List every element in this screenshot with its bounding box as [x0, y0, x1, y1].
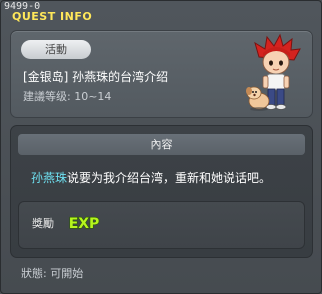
- quest-content-panel: 內容 孙燕珠说要为我介绍台湾，重新和她说话吧。 獎勵 EXP: [10, 125, 313, 258]
- exp-text: EXP: [69, 216, 100, 232]
- content-header: 內容: [18, 134, 305, 155]
- reward-label: 獎勵: [32, 217, 54, 230]
- quest-type-badge: 活動: [21, 40, 91, 59]
- quest-description: 孙燕珠说要为我介绍台湾，重新和她说话吧。: [31, 170, 271, 186]
- reward-box: 獎勵 EXP: [18, 201, 305, 249]
- quest-status: 狀態: 可開始: [21, 267, 84, 280]
- quest-name: [金银岛] 孙燕珠的台湾介绍: [23, 70, 169, 84]
- window-title[interactable]: QUEST INFO: [12, 10, 92, 24]
- quest-level-requirement: 建議等级: 10~14: [23, 90, 112, 103]
- quest-info-window: 9499-0 QUEST INFO 活動 [金银岛] 孙燕珠的台湾介绍 建議等级…: [0, 0, 322, 294]
- npc-name-link[interactable]: 孙燕珠: [31, 171, 67, 185]
- exp-icon[interactable]: EXP: [67, 214, 101, 232]
- quest-description-text: 说要为我介绍台湾，重新和她说话吧。: [67, 171, 272, 185]
- npc-portrait-icon: [246, 33, 301, 111]
- quest-summary-panel: 活動 [金银岛] 孙燕珠的台湾介绍 建議等级: 10~14: [10, 30, 313, 118]
